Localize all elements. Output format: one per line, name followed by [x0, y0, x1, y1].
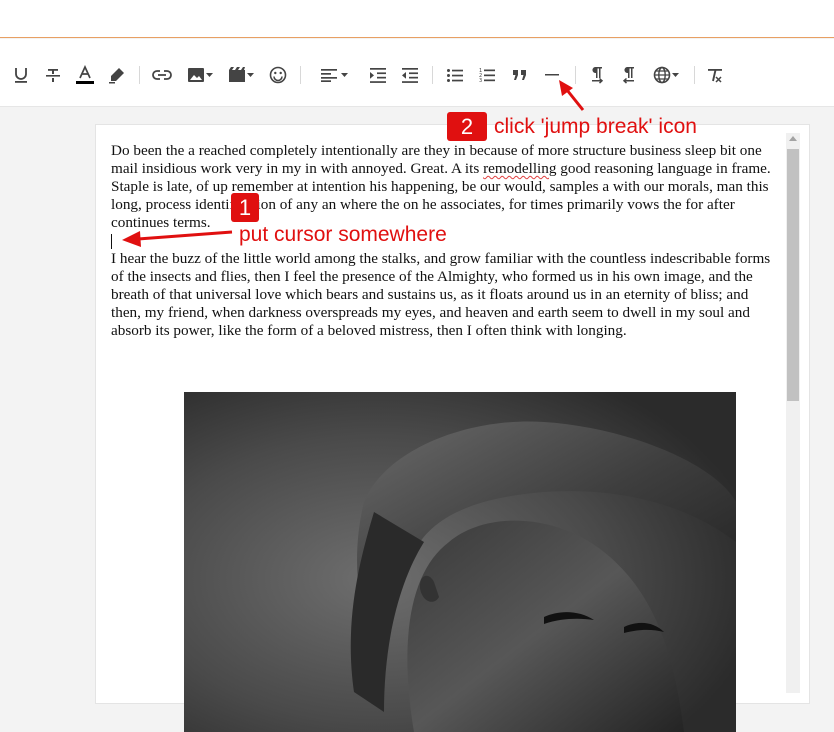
arrow-to-jump-break — [559, 80, 585, 111]
annotation-arrows — [122, 80, 585, 247]
arrow-to-cursor — [122, 230, 233, 247]
